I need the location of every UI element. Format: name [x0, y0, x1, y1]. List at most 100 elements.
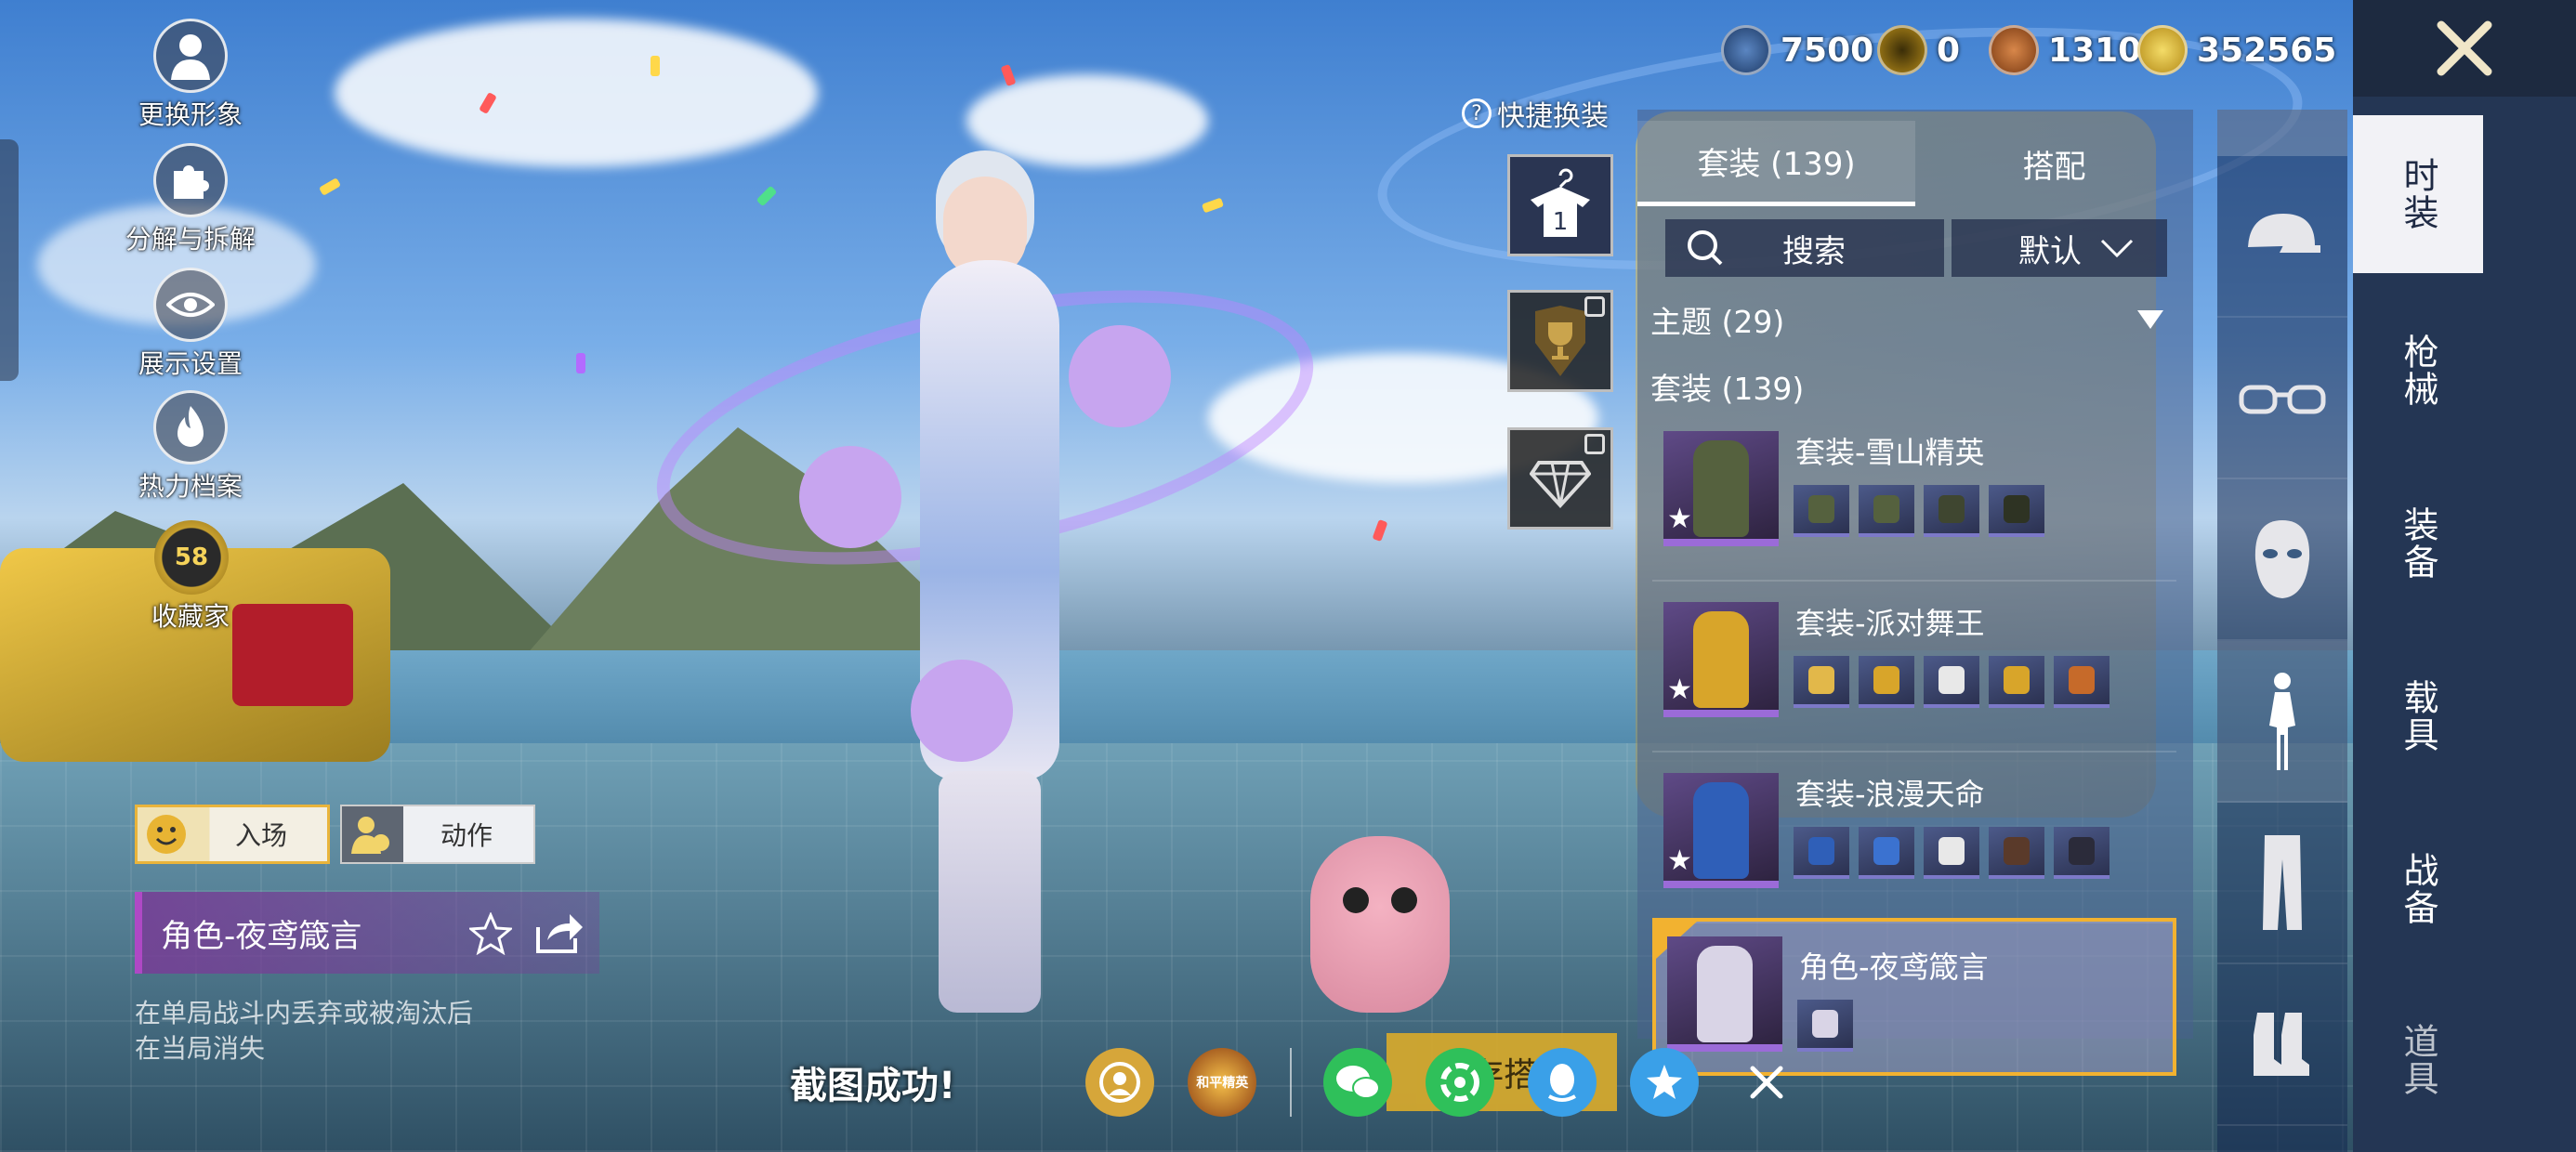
- action-label: 动作: [440, 820, 493, 851]
- hanger-shirt-icon: 1: [1531, 168, 1590, 237]
- flame-icon: [153, 390, 228, 465]
- outfit-figure: [1693, 440, 1749, 537]
- outfit-part[interactable]: [1859, 485, 1914, 537]
- outfit-parts: [1797, 1000, 1853, 1052]
- role-description: 在单局战斗内丢弃或被淘汰后 在当局消失: [135, 996, 618, 1067]
- wechat-icon[interactable]: [1323, 1048, 1393, 1117]
- outfit-part[interactable]: [1794, 827, 1849, 879]
- currency-lightning[interactable]: 352565: [2137, 22, 2336, 78]
- boots-icon[interactable]: [2217, 964, 2347, 1126]
- side-drawer-handle[interactable]: [0, 139, 19, 381]
- outfit-part[interactable]: [1794, 656, 1849, 708]
- character-model[interactable]: [632, 139, 1338, 1031]
- eye-icon: [153, 268, 228, 342]
- character-legs: [939, 771, 1041, 1013]
- currency-value: 352565: [2197, 31, 2337, 70]
- outfit-item[interactable]: ★ 套装-雪山精英: [1652, 424, 2176, 582]
- bronze-coin-icon: [1989, 25, 2039, 75]
- outfit-part[interactable]: [1989, 827, 2044, 879]
- pet-bird[interactable]: [1310, 836, 1450, 1013]
- game-logo-text: 和平精英: [1196, 1076, 1249, 1091]
- outfit-item[interactable]: ★ 套装-浪漫天命: [1652, 766, 2176, 923]
- outfit-part[interactable]: [1794, 485, 1849, 537]
- decompose-button[interactable]: 分解与拆解: [121, 143, 260, 256]
- favorite-star-icon[interactable]: [467, 911, 514, 956]
- category-props[interactable]: 道具: [2353, 981, 2483, 1139]
- menu-label: 收藏家: [151, 601, 230, 632]
- theme-filter[interactable]: 主题 (29): [1650, 297, 2189, 342]
- team-share-icon[interactable]: [1085, 1048, 1155, 1117]
- outfit-part[interactable]: [2054, 656, 2109, 708]
- outfit-slot-3-locked[interactable]: [1507, 427, 1613, 530]
- lightning-coin-icon: [2137, 25, 2188, 75]
- moments-icon[interactable]: [1426, 1048, 1495, 1117]
- close-button[interactable]: [2353, 0, 2576, 97]
- currency-value: 1310: [2048, 31, 2142, 70]
- outfit-part[interactable]: [1924, 827, 1979, 879]
- role-description-line: 在单局战斗内丢弃或被淘汰后: [135, 998, 474, 1028]
- gold-emblem-icon: [1877, 25, 1927, 75]
- outfit-slot-2-locked[interactable]: [1507, 290, 1613, 392]
- full-figure-icon[interactable]: [2217, 641, 2347, 803]
- outfit-slot-1[interactable]: 1: [1507, 154, 1613, 256]
- quick-change-label: 快捷换装: [1497, 100, 1609, 133]
- currency-bronze[interactable]: 1310: [1989, 22, 2141, 78]
- trophy-icon: [1535, 306, 1585, 376]
- lock-icon: [1584, 434, 1605, 454]
- search-input[interactable]: 搜索: [1665, 219, 1944, 277]
- cap-icon[interactable]: [2217, 156, 2347, 318]
- lock-icon: [1584, 296, 1605, 317]
- category-vehicles[interactable]: 载具: [2353, 637, 2483, 795]
- currency-gold-emblem[interactable]: 0: [1877, 22, 1960, 78]
- sunglasses-icon[interactable]: [2217, 318, 2347, 479]
- outfit-part[interactable]: [1797, 1000, 1853, 1052]
- category-battle-prep[interactable]: 战备: [2353, 810, 2483, 968]
- change-avatar-button[interactable]: 更换形象: [121, 19, 260, 132]
- outfit-name: 角色-夜鸢箴言: [1799, 949, 1989, 985]
- outfit-part[interactable]: [2054, 827, 2109, 879]
- menu-label: 展示设置: [138, 348, 243, 379]
- confetti: [1000, 63, 1017, 87]
- puzzle-icon: [153, 143, 228, 217]
- outfit-parts: [1794, 656, 2109, 708]
- outfit-part[interactable]: [1989, 656, 2044, 708]
- subcategory-top-tab[interactable]: [2217, 110, 2347, 156]
- svg-text:1: 1: [1553, 208, 1569, 236]
- outfit-part[interactable]: [1924, 485, 1979, 537]
- outfit-part[interactable]: [1989, 485, 2044, 537]
- sort-dropdown[interactable]: 默认: [1952, 219, 2167, 277]
- dropdown-caret-icon: [2137, 310, 2163, 329]
- emote-person-icon: [342, 807, 400, 861]
- qzone-star-icon[interactable]: [1630, 1048, 1700, 1117]
- entrance-mode-button[interactable]: 入场: [135, 805, 330, 864]
- currency-silver[interactable]: 7500: [1721, 22, 1873, 78]
- category-weapons[interactable]: 枪械: [2353, 292, 2483, 450]
- outfit-thumbnail: ★: [1663, 431, 1779, 546]
- suit-section-title: 套装 (139): [1650, 371, 1805, 407]
- outfit-part[interactable]: [1859, 656, 1914, 708]
- outfit-name: 套装-浪漫天命: [1795, 777, 1985, 812]
- quick-change-button[interactable]: ? 快捷换装: [1462, 93, 1609, 134]
- category-fashion[interactable]: 时装: [2353, 115, 2483, 273]
- heat-profile-button[interactable]: 热力档案: [121, 390, 260, 504]
- outfit-part[interactable]: [1859, 827, 1914, 879]
- outfit-item[interactable]: ★ 套装-派对舞王: [1652, 595, 2176, 753]
- mask-icon[interactable]: [2217, 479, 2347, 641]
- outfit-part[interactable]: [1924, 656, 1979, 708]
- close-share-icon[interactable]: [1732, 1048, 1801, 1117]
- tab-outfits[interactable]: 套装 (139): [1637, 121, 1915, 206]
- entrance-label: 入场: [234, 820, 287, 851]
- action-mode-button[interactable]: 动作: [340, 805, 535, 864]
- share-arrow-icon[interactable]: [534, 910, 585, 955]
- star-icon: ★: [1667, 674, 1692, 706]
- tab-matching[interactable]: 搭配: [1915, 121, 2193, 206]
- help-icon: ?: [1462, 98, 1492, 128]
- pony-companion: [1069, 325, 1171, 427]
- game-logo-icon[interactable]: 和平精英: [1188, 1048, 1257, 1117]
- qq-icon[interactable]: [1528, 1048, 1597, 1117]
- diamond-icon: [1530, 461, 1591, 508]
- pants-icon[interactable]: [2217, 803, 2347, 964]
- display-settings-button[interactable]: 展示设置: [121, 268, 260, 381]
- category-equipment[interactable]: 装备: [2353, 465, 2483, 622]
- collector-button[interactable]: 58 收藏家: [121, 520, 260, 634]
